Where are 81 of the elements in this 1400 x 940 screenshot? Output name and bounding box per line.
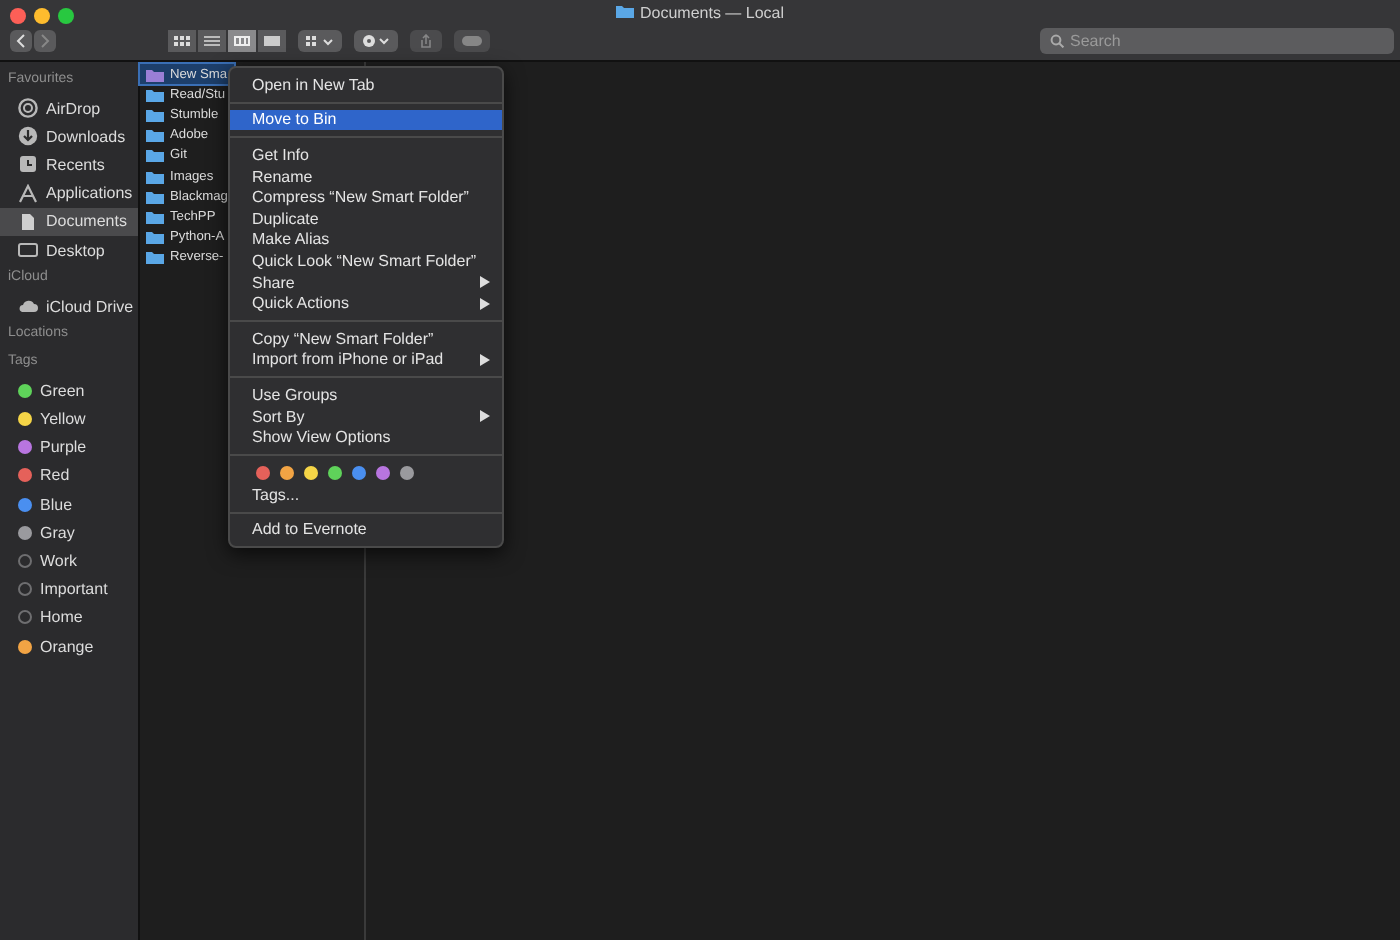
share-icon [420, 34, 432, 48]
tag-icon [462, 36, 482, 46]
menu-item[interactable]: Get Info [230, 144, 502, 166]
gallery-view-icon [264, 36, 280, 46]
tag-color-dot[interactable] [376, 465, 390, 480]
tag-color-dot[interactable] [304, 465, 318, 480]
sidebar-item[interactable]: Documents [0, 207, 138, 236]
group-button[interactable] [298, 30, 342, 52]
desktop-icon [18, 240, 38, 261]
tag-color-dot[interactable] [280, 465, 294, 480]
gallery-view-button[interactable] [258, 30, 286, 52]
share-button[interactable] [410, 30, 442, 52]
menu-item[interactable]: Quick Actions [230, 292, 502, 314]
sidebar-item[interactable]: Yellow [0, 405, 138, 434]
close-button[interactable] [10, 8, 26, 24]
airdrop-icon [18, 98, 38, 119]
icon-view-button[interactable] [168, 30, 196, 52]
tag-dot [18, 582, 32, 597]
menu-item[interactable]: Compress “New Smart Folder” [230, 186, 502, 208]
gear-icon [362, 34, 390, 48]
tag-dot [18, 610, 32, 625]
menu-item[interactable]: Copy “New Smart Folder” [230, 327, 502, 350]
tag-dot [18, 554, 32, 569]
menu-item[interactable]: Use Groups [230, 384, 502, 406]
back-button[interactable] [10, 30, 32, 52]
search-icon [1050, 34, 1064, 48]
chevron-left-icon [16, 34, 26, 48]
sidebar-item[interactable]: Green [0, 376, 138, 405]
forward-button[interactable] [34, 30, 56, 52]
menu-item[interactable]: Tags... [230, 483, 502, 505]
sidebar-item[interactable]: Work [0, 546, 138, 576]
sidebar-item[interactable]: Applications [0, 179, 138, 208]
sidebar-item[interactable]: Important [0, 575, 138, 604]
grid-icon [306, 35, 334, 47]
sidebar-item[interactable]: Blue [0, 490, 138, 519]
menu-item[interactable]: Show View Options [230, 426, 502, 448]
menu-item[interactable]: Duplicate [230, 207, 502, 230]
zoom-button[interactable] [58, 8, 74, 24]
menu-item[interactable]: Rename [230, 165, 502, 187]
column-view-button[interactable] [228, 30, 256, 52]
menu-item[interactable]: Quick Look “New Smart Folder” [230, 250, 502, 272]
sidebar-item[interactable]: Orange [0, 632, 138, 661]
minimize-button[interactable] [34, 8, 50, 24]
tag-color-dot[interactable] [400, 465, 414, 480]
menu-item[interactable]: Open in New Tab [230, 74, 502, 96]
document-icon [18, 211, 38, 232]
menu-item[interactable]: Sort By [230, 405, 502, 427]
menu-item[interactable]: Make Alias [230, 229, 502, 251]
menu-item[interactable]: Import from iPhone or iPad [230, 349, 502, 371]
sidebar-item[interactable]: Desktop [0, 235, 138, 265]
tag-button[interactable] [454, 30, 490, 52]
cloud-icon [18, 296, 38, 317]
window-title: Documents — Local [639, 4, 785, 22]
column-view-icon [234, 36, 250, 46]
sidebar-item[interactable]: Red [0, 461, 138, 491]
menu-item[interactable]: Share [230, 271, 502, 293]
chevron-right-icon [40, 34, 50, 48]
tag-color-dot[interactable] [256, 465, 270, 480]
sidebar-item[interactable]: Recents [0, 150, 138, 180]
download-icon [18, 126, 38, 147]
menu-item[interactable]: Move to Bin [230, 109, 502, 131]
clock-icon [18, 154, 38, 175]
list-view-button[interactable] [198, 30, 226, 52]
settings-button[interactable] [354, 30, 398, 52]
search-field[interactable]: Search [1040, 28, 1394, 54]
sidebar-item[interactable]: AirDrop [0, 94, 138, 123]
sidebar-item[interactable]: iCloud Drive [0, 292, 138, 321]
submenu-arrow-icon [480, 353, 490, 366]
sidebar-item[interactable]: Downloads [0, 122, 138, 151]
list-view-icon [204, 36, 220, 46]
menu-item[interactable]: Add to Evernote [230, 519, 502, 541]
tag-color-dot[interactable] [328, 465, 342, 480]
sidebar-item[interactable]: Gray [0, 518, 138, 547]
sidebar-item[interactable]: Purple [0, 433, 138, 462]
icon-view-icon [174, 36, 190, 46]
applications-icon [18, 183, 38, 204]
tag-color-dot[interactable] [352, 465, 366, 480]
smart-folder-icon [146, 67, 164, 82]
folder-icon [615, 4, 634, 18]
sidebar-item[interactable]: Home [0, 603, 138, 632]
submenu-arrow-icon [480, 410, 490, 423]
